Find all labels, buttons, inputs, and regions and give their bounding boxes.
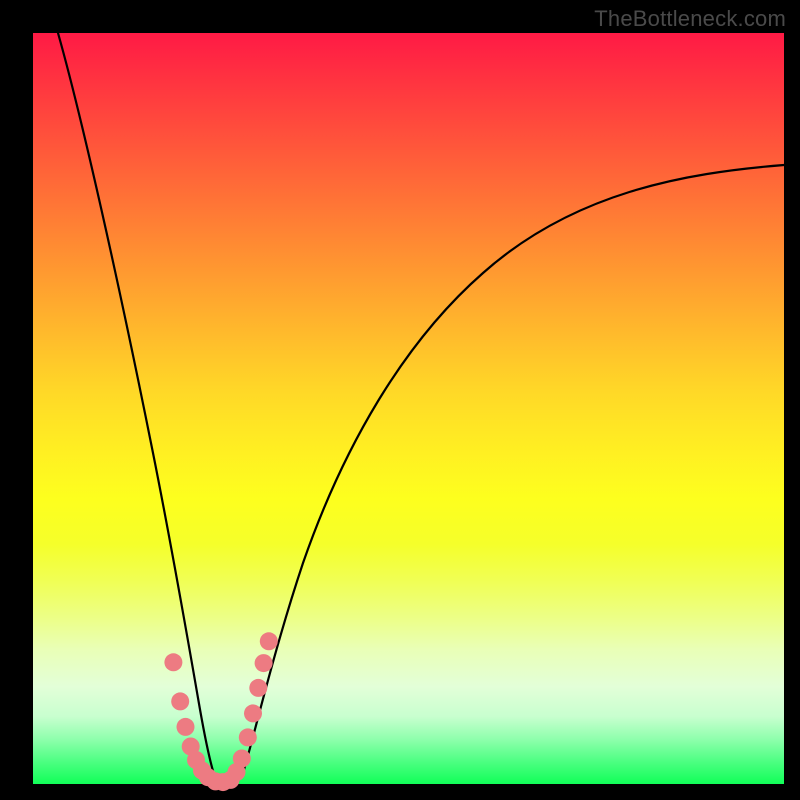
bottleneck-curve: [58, 33, 784, 783]
data-marker: [249, 679, 267, 697]
attribution-text: TheBottleneck.com: [594, 6, 786, 32]
data-marker: [164, 653, 182, 671]
curve-layer: [33, 33, 784, 784]
chart-frame: TheBottleneck.com: [0, 0, 800, 800]
data-marker: [171, 692, 189, 710]
curve-right-branch: [243, 165, 784, 773]
data-marker: [177, 718, 195, 736]
data-marker: [233, 750, 251, 768]
plot-area: [33, 33, 784, 784]
curve-left-branch: [58, 33, 216, 780]
marker-group: [164, 632, 277, 791]
data-marker: [244, 704, 262, 722]
data-marker: [260, 632, 278, 650]
data-marker: [239, 728, 257, 746]
data-marker: [255, 654, 273, 672]
